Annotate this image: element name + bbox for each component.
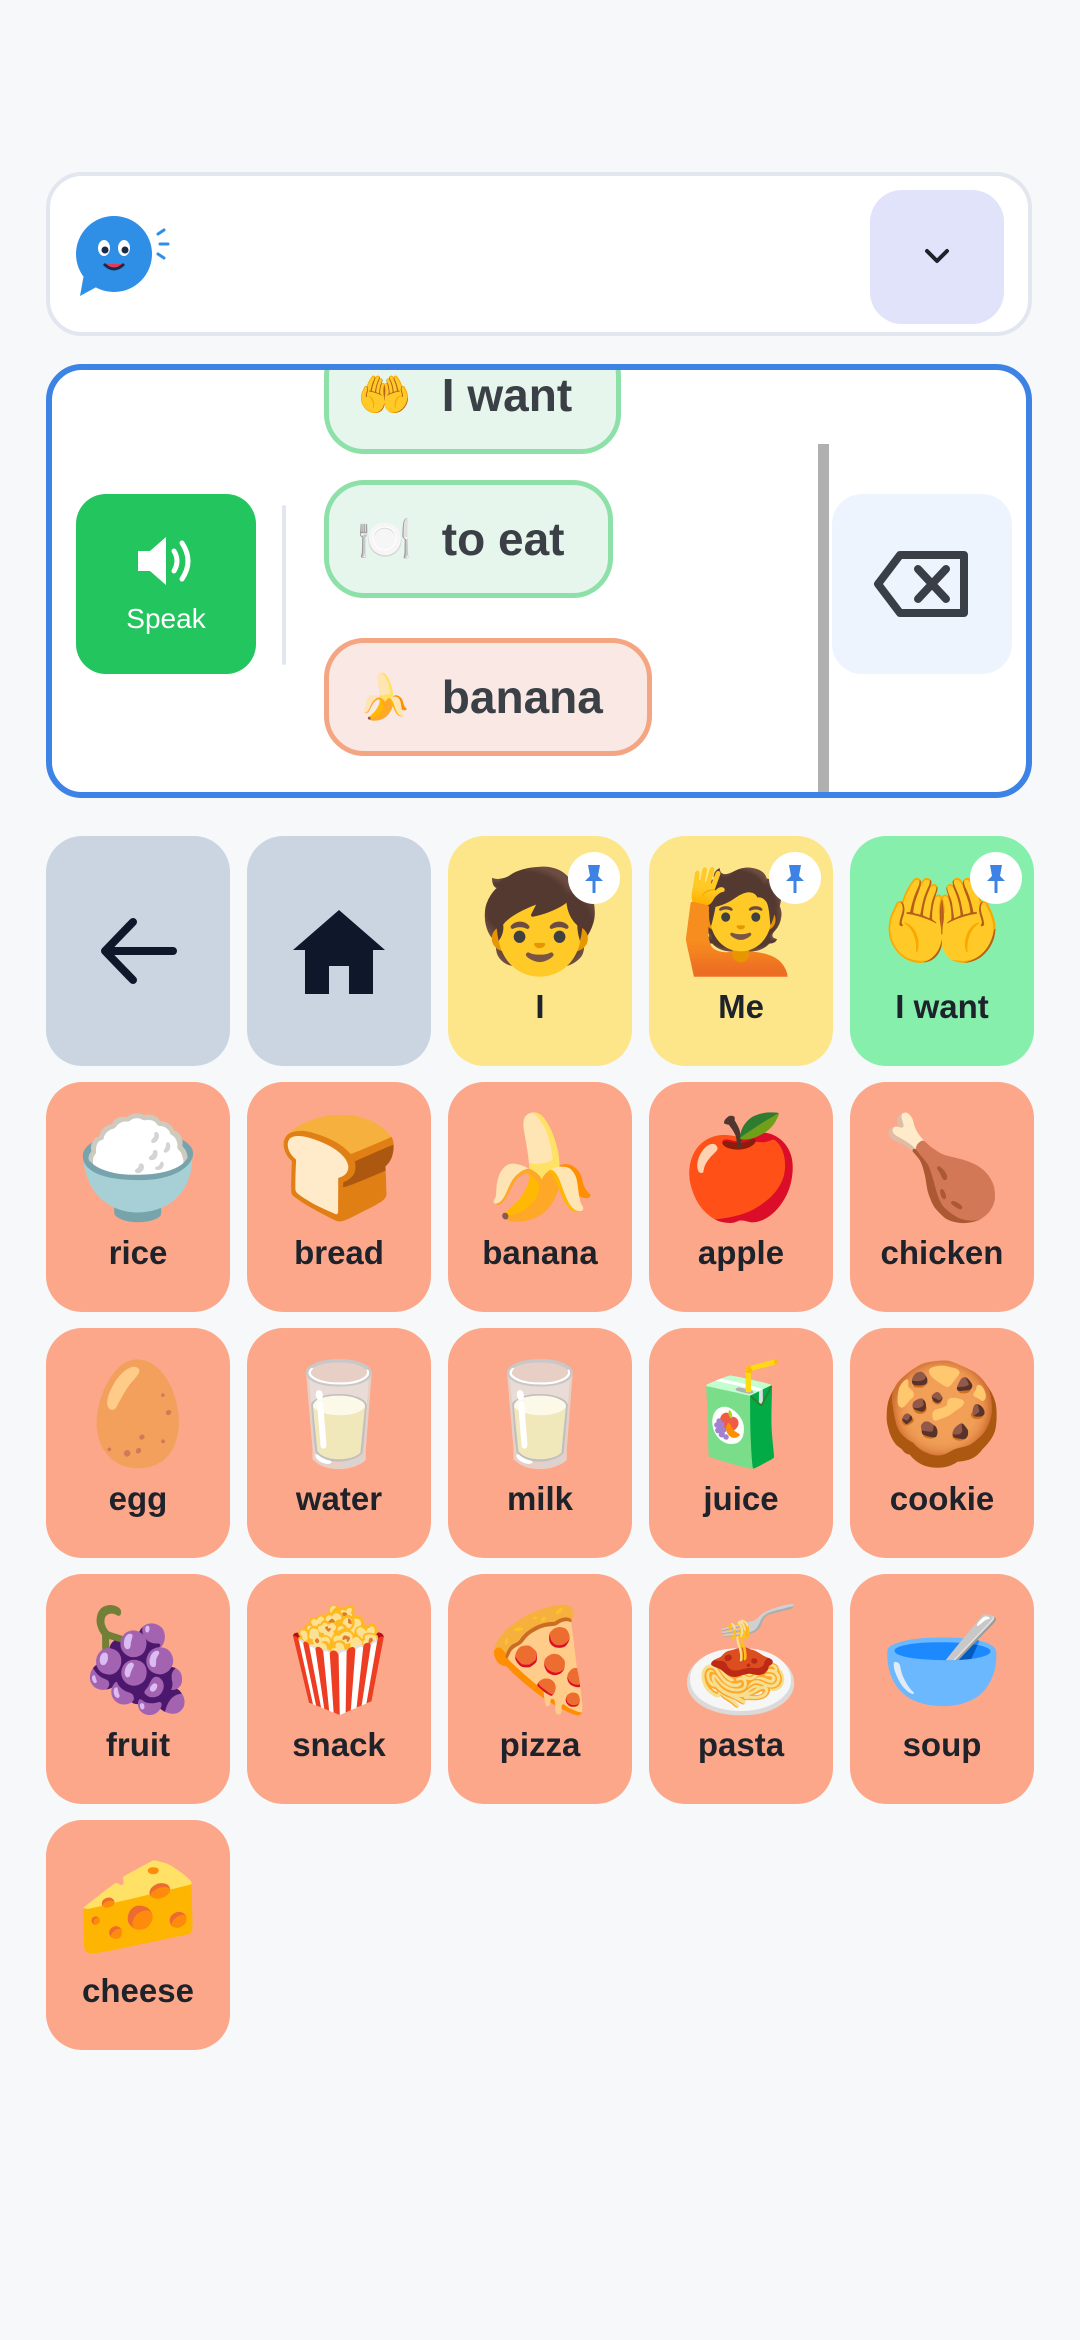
cookie-icon: 🍪 [879, 1358, 1005, 1470]
tile-pizza[interactable]: 🍕 pizza [448, 1574, 632, 1804]
scrollbar[interactable] [818, 444, 829, 792]
speak-label: Speak [126, 603, 206, 634]
chicken-icon: 🍗 [879, 1112, 1005, 1224]
tile-me[interactable]: 🙋 Me [649, 836, 833, 1066]
egg-icon: 🥚 [75, 1358, 201, 1470]
bread-icon: 🍞 [276, 1112, 402, 1224]
backspace-button[interactable] [832, 494, 1012, 674]
tile-banana[interactable]: 🍌 banana [448, 1082, 632, 1312]
pin-icon[interactable] [970, 852, 1022, 904]
speaker-icon [138, 537, 191, 585]
tile-label: soup [902, 1726, 982, 1763]
hands-icon: 🤲 [357, 371, 412, 420]
rice-icon: 🍚 [75, 1112, 201, 1224]
home-icon [293, 910, 385, 994]
tile-label: banana [482, 1234, 598, 1271]
chip-label: I want [441, 369, 573, 421]
back-button[interactable] [46, 836, 230, 1066]
arrow-left-icon [101, 918, 177, 984]
tile-label: cheese [82, 1972, 194, 2009]
chevron-down-icon [925, 249, 949, 263]
tile-bread[interactable]: 🍞 bread [247, 1082, 431, 1312]
milk-icon: 🥛 [477, 1358, 603, 1470]
tile-label: chicken [880, 1234, 1004, 1271]
speech-bubble-logo-icon [74, 212, 170, 302]
tile-label: milk [506, 1480, 574, 1517]
sentence-chip-to-eat[interactable]: 🍽️ to eat [324, 480, 614, 598]
home-button[interactable] [247, 836, 431, 1066]
cheese-icon: 🧀 [75, 1850, 201, 1962]
snack-icon: 🍿 [276, 1604, 402, 1716]
tile-i-want[interactable]: 🤲 I want [850, 836, 1034, 1066]
tile-label: water [295, 1480, 383, 1517]
tile-label: rice [108, 1234, 168, 1271]
chip-label: banana [441, 671, 603, 723]
tile-label: pasta [697, 1726, 785, 1763]
divider [282, 505, 286, 665]
tile-i[interactable]: 🧒 I [448, 836, 632, 1066]
tile-snack[interactable]: 🍿 snack [247, 1574, 431, 1804]
apple-icon: 🍎 [678, 1112, 804, 1224]
tile-label: snack [292, 1726, 386, 1763]
pin-icon[interactable] [769, 852, 821, 904]
plate-icon: 🍽️ [357, 515, 412, 564]
pin-icon[interactable] [568, 852, 620, 904]
tile-label: apple [697, 1234, 785, 1271]
backspace-icon [874, 551, 968, 617]
banana-icon: 🍌 [477, 1112, 603, 1224]
tile-label: bread [294, 1234, 384, 1271]
tile-milk[interactable]: 🥛 milk [448, 1328, 632, 1558]
tile-chicken[interactable]: 🍗 chicken [850, 1082, 1034, 1312]
tile-cheese[interactable]: 🧀 cheese [46, 1820, 230, 2050]
tile-rice[interactable]: 🍚 rice [46, 1082, 230, 1312]
banana-icon: 🍌 [357, 673, 412, 722]
tile-label: I want [895, 988, 989, 1025]
tile-label: juice [703, 1480, 779, 1517]
chip-label: to eat [441, 513, 565, 565]
tile-egg[interactable]: 🥚 egg [46, 1328, 230, 1558]
fruit-icon: 🍇 [75, 1604, 201, 1716]
tile-label: fruit [105, 1726, 171, 1763]
tile-label: I [535, 988, 545, 1025]
tile-juice[interactable]: 🧃 juice [649, 1328, 833, 1558]
soup-icon: 🥣 [879, 1604, 1005, 1716]
juice-icon: 🧃 [678, 1358, 804, 1470]
tile-cookie[interactable]: 🍪 cookie [850, 1328, 1034, 1558]
sentence-chip-i-want[interactable]: 🤲 I want [324, 369, 622, 454]
tile-label: cookie [889, 1480, 995, 1517]
tile-fruit[interactable]: 🍇 fruit [46, 1574, 230, 1804]
tile-pasta[interactable]: 🍝 pasta [649, 1574, 833, 1804]
tile-label: Me [718, 988, 764, 1025]
tile-water[interactable]: 🥛 water [247, 1328, 431, 1558]
tile-label: pizza [499, 1726, 581, 1763]
tile-apple[interactable]: 🍎 apple [649, 1082, 833, 1312]
top-bar [46, 172, 1032, 336]
water-icon: 🥛 [276, 1358, 402, 1470]
pasta-icon: 🍝 [678, 1604, 804, 1716]
tile-soup[interactable]: 🥣 soup [850, 1574, 1034, 1804]
pizza-icon: 🍕 [477, 1604, 603, 1716]
speak-button[interactable]: Speak [76, 494, 256, 674]
tile-label: egg [108, 1480, 168, 1517]
sentence-chip-banana[interactable]: 🍌 banana [324, 638, 652, 756]
dropdown-button[interactable] [870, 190, 1004, 324]
sentence-strip: Speak 🤲 I want 🍽️ to eat 🍌 banana [46, 364, 1032, 798]
